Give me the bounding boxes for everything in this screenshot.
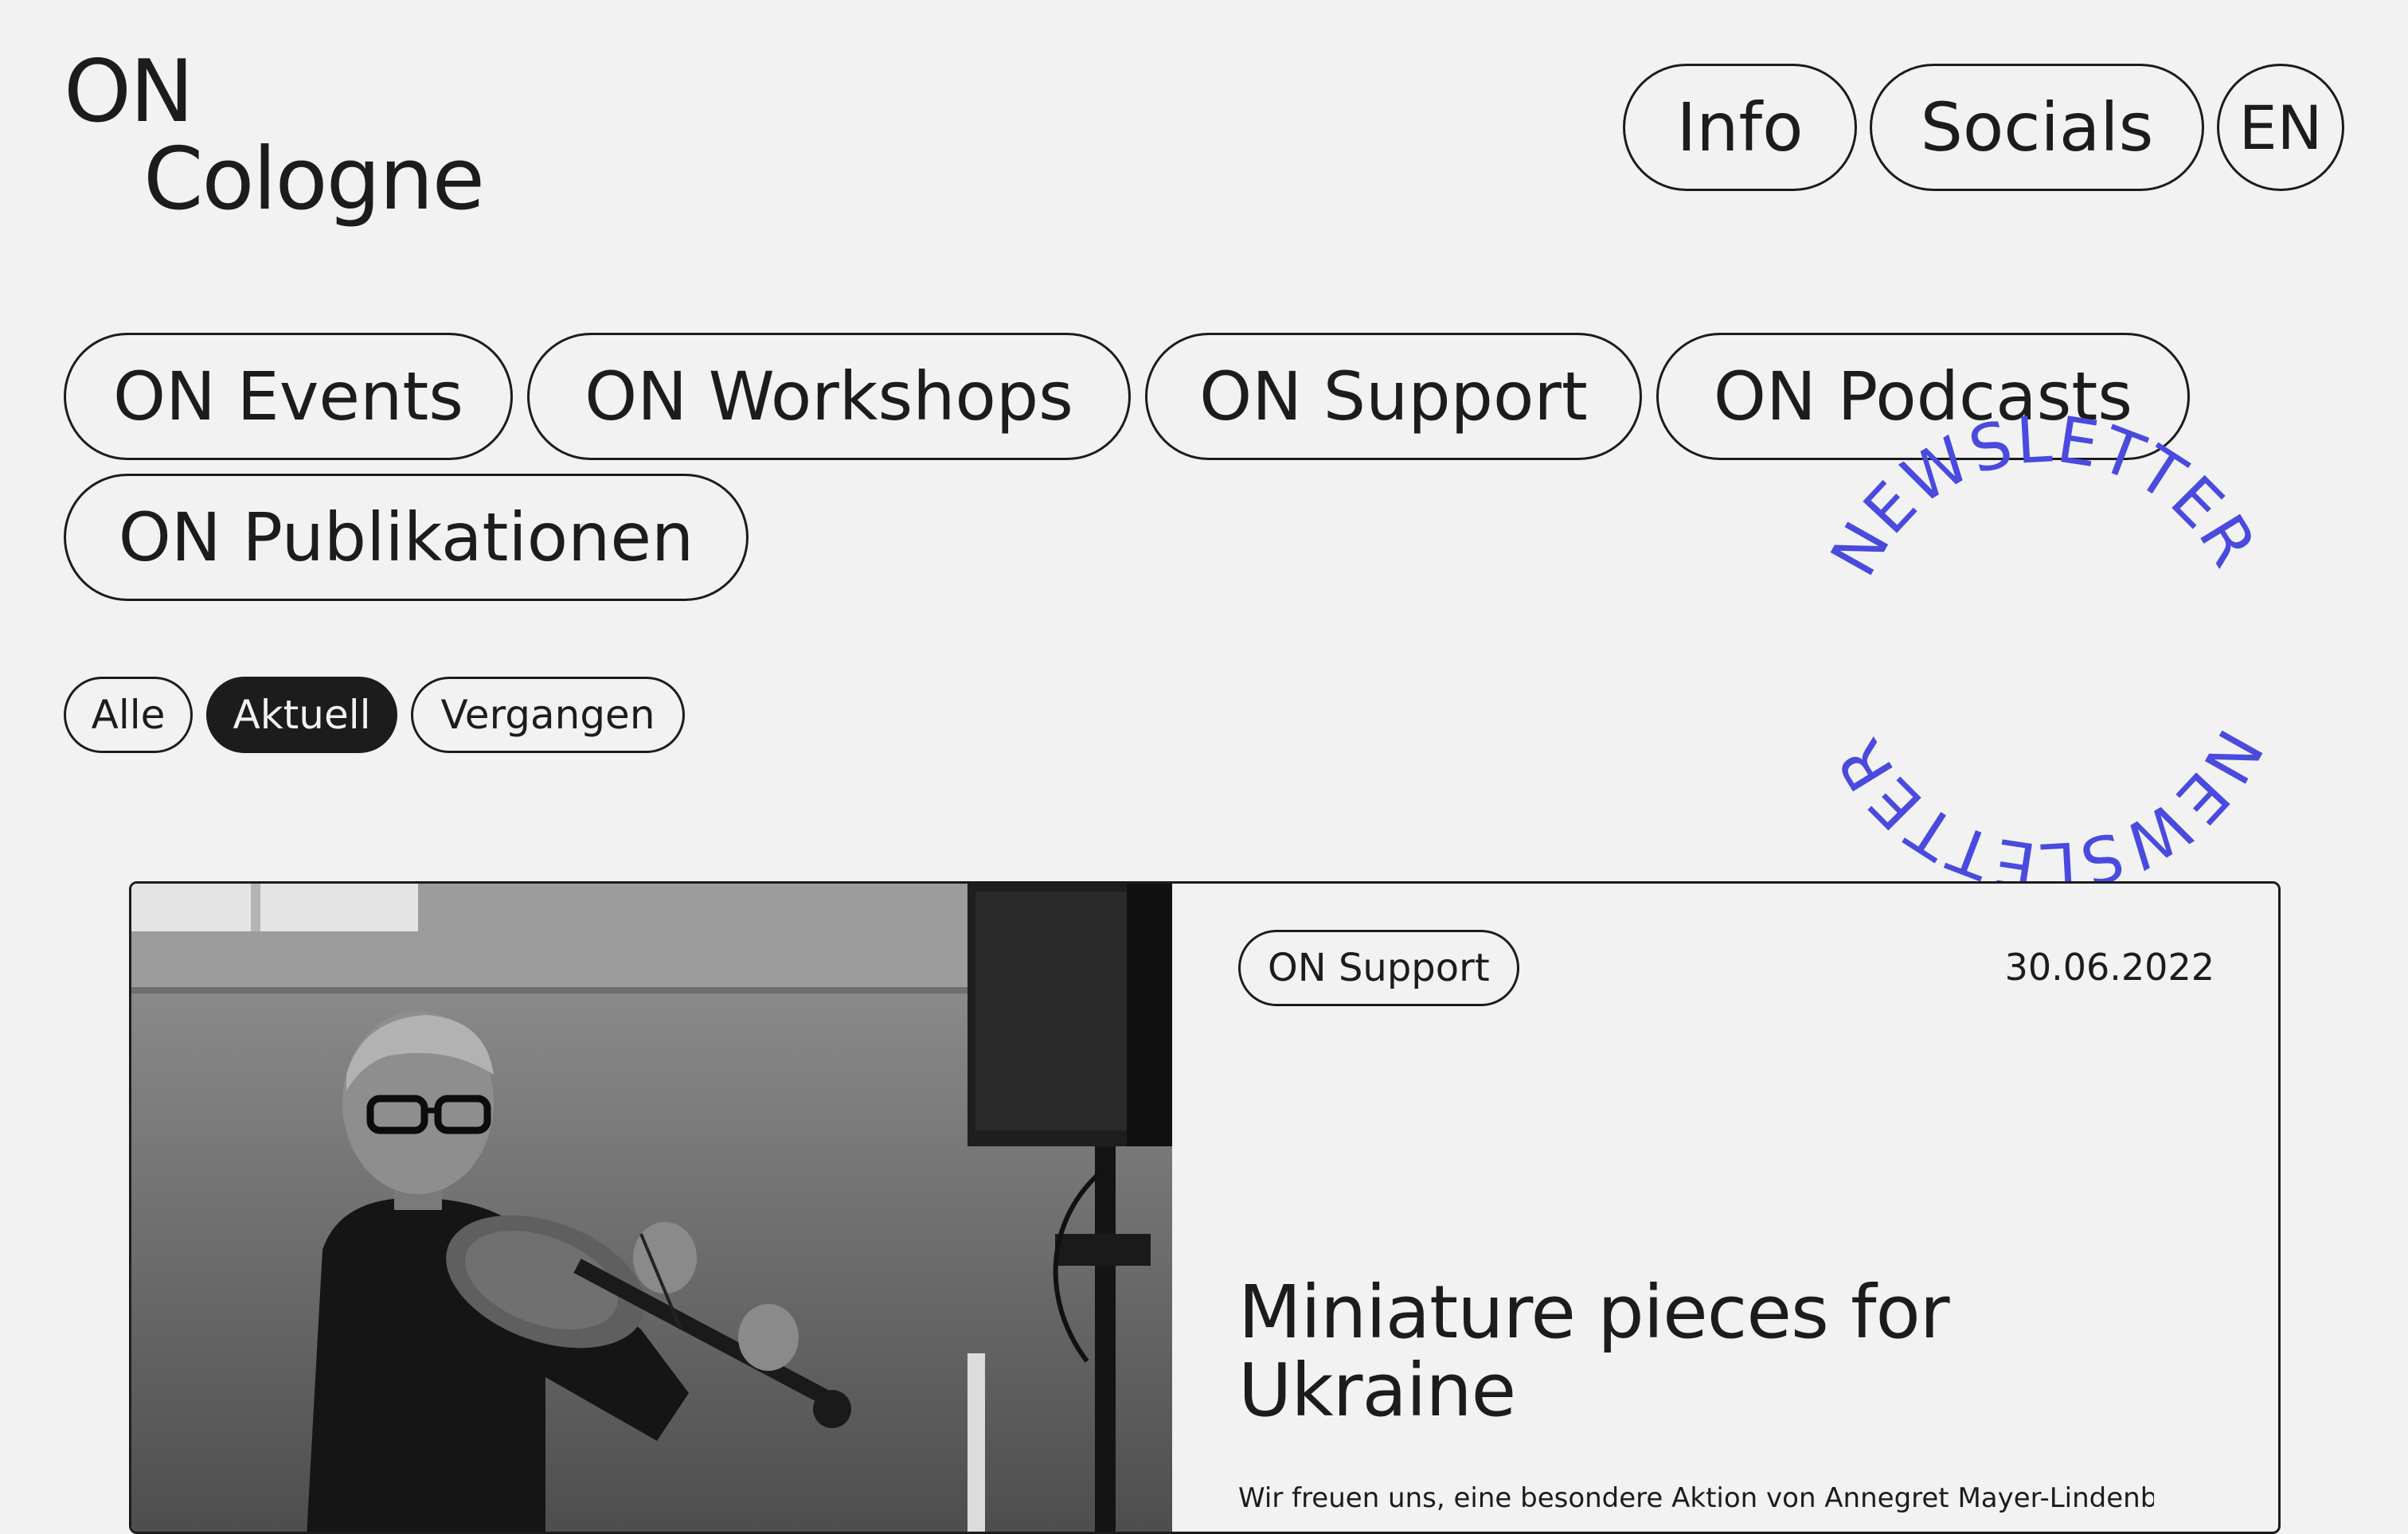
logo-line-cologne: Cologne xyxy=(143,130,485,229)
post-image-violinist xyxy=(131,884,1172,1532)
socials-button[interactable]: Socials xyxy=(1870,64,2204,191)
language-toggle[interactable]: EN xyxy=(2217,64,2344,191)
filter-all[interactable]: Alle xyxy=(64,677,193,753)
newsletter-text-1: NEWSLETTER xyxy=(1813,414,2285,717)
category-on-events[interactable]: ON Events xyxy=(64,333,513,460)
post-title[interactable]: Miniature pieces for Ukraine xyxy=(1238,1274,2178,1430)
newsletter-badge[interactable]: NEWSLETTER NEWSLETTER xyxy=(1808,414,2285,892)
newsletter-text-2: NEWSLETTER xyxy=(1808,588,2280,892)
post-excerpt: Wir freuen uns, eine besondere Aktion vo… xyxy=(1238,1482,2154,1514)
category-on-publikationen[interactable]: ON Publikationen xyxy=(64,474,749,601)
category-on-workshops[interactable]: ON Workshops xyxy=(527,333,1131,460)
logo-line-on: ON xyxy=(64,42,194,142)
featured-post-card[interactable]: ON Support 30.06.2022 Miniature pieces f… xyxy=(129,881,2281,1534)
post-date: 30.06.2022 xyxy=(2004,946,2214,989)
post-category-tag[interactable]: ON Support xyxy=(1238,930,1519,1006)
category-on-support[interactable]: ON Support xyxy=(1145,333,1642,460)
info-button[interactable]: Info xyxy=(1623,64,1857,191)
filter-past[interactable]: Vergangen xyxy=(411,677,685,753)
filter-current[interactable]: Aktuell xyxy=(206,677,397,753)
